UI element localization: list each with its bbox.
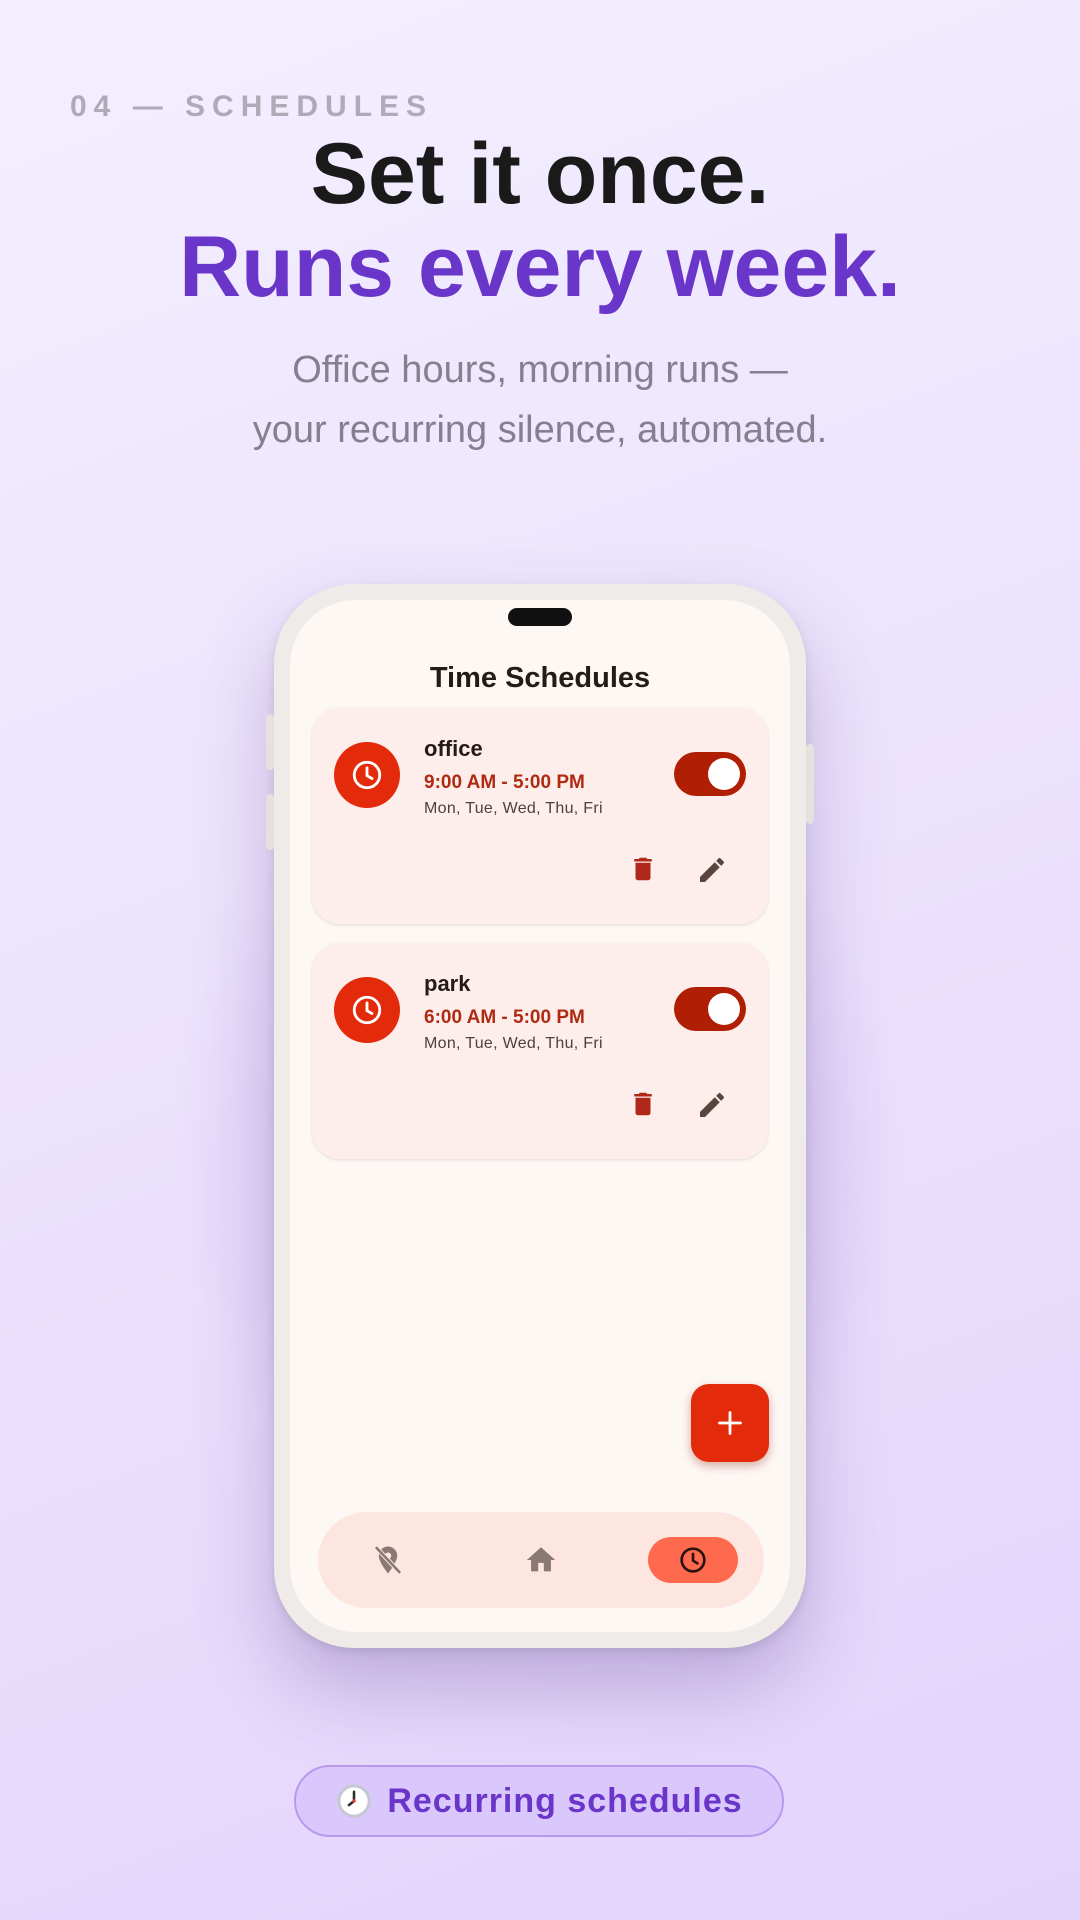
schedule-toggle[interactable] bbox=[674, 987, 746, 1031]
phone-mockup: Time Schedules office 9:00 AM - 5:00 PM … bbox=[266, 584, 814, 1648]
schedule-card-park[interactable]: park 6:00 AM - 5:00 PM Mon, Tue, Wed, Th… bbox=[312, 943, 768, 1159]
toggle-knob bbox=[708, 993, 740, 1025]
schedule-time: 6:00 AM - 5:00 PM bbox=[424, 1007, 585, 1028]
schedule-time: 9:00 AM - 5:00 PM bbox=[424, 772, 585, 793]
feature-chip-label: Recurring schedules bbox=[387, 1781, 743, 1820]
screen-title: Time Schedules bbox=[429, 662, 651, 694]
bottom-navigation bbox=[318, 1512, 764, 1608]
edit-icon[interactable] bbox=[696, 854, 728, 886]
clock-icon bbox=[680, 1547, 706, 1573]
schedule-days: Mon, Tue, Wed, Thu, Fri bbox=[424, 1035, 603, 1052]
toggle-knob bbox=[708, 758, 740, 790]
schedule-toggle[interactable] bbox=[674, 752, 746, 796]
phone-volume-up-button bbox=[266, 714, 274, 770]
nav-item-home[interactable] bbox=[517, 1536, 565, 1584]
schedule-card-office[interactable]: office 9:00 AM - 5:00 PM Mon, Tue, Wed, … bbox=[312, 708, 768, 924]
schedule-days: Mon, Tue, Wed, Thu, Fri bbox=[424, 800, 603, 817]
phone-power-button bbox=[806, 744, 814, 824]
add-schedule-button[interactable] bbox=[691, 1384, 769, 1462]
clock-icon bbox=[334, 742, 400, 808]
section-eyebrow: 04 — SCHEDULES bbox=[70, 90, 434, 123]
nav-item-schedules[interactable] bbox=[648, 1537, 738, 1583]
schedule-name: park bbox=[424, 971, 471, 996]
headline-primary: Set it once. bbox=[310, 126, 770, 222]
subheadline-line-2: your recurring silence, automated. bbox=[252, 409, 828, 451]
subheadline: Office hours, morning runs — your recurr… bbox=[0, 340, 1080, 460]
phone-screen: Time Schedules office 9:00 AM - 5:00 PM … bbox=[290, 600, 790, 1632]
headline-accent: Runs every week. bbox=[179, 219, 901, 315]
delete-icon[interactable] bbox=[628, 1089, 658, 1119]
home-icon bbox=[526, 1547, 556, 1572]
delete-icon[interactable] bbox=[628, 854, 658, 884]
location-off-icon bbox=[374, 1545, 402, 1575]
clock-emoji-icon bbox=[337, 1784, 371, 1818]
schedule-name: office bbox=[424, 736, 483, 761]
clock-icon bbox=[334, 977, 400, 1043]
nav-item-location-off[interactable] bbox=[364, 1536, 412, 1584]
phone-volume-down-button bbox=[266, 794, 274, 850]
edit-icon[interactable] bbox=[696, 1089, 728, 1121]
subheadline-line-1: Office hours, morning runs — bbox=[292, 349, 788, 391]
plus-icon bbox=[718, 1411, 742, 1435]
camera-notch bbox=[508, 608, 572, 626]
feature-chip: Recurring schedules bbox=[294, 1765, 784, 1837]
